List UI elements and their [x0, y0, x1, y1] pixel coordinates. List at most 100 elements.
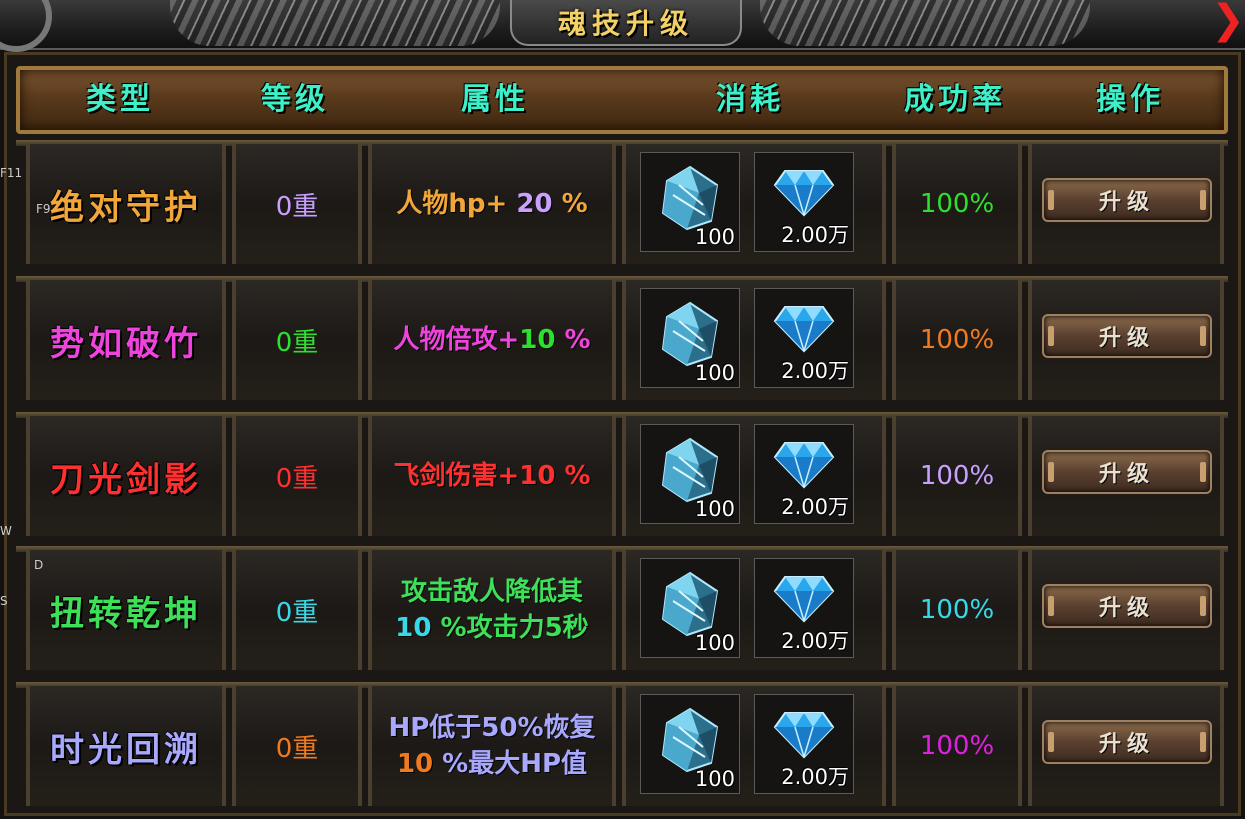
col-header-attribute: 属性 — [461, 82, 529, 117]
skill-row: 绝对守护 0重 人物hp+ 20 % 100 2.00万 100% 升级 — [16, 140, 1228, 270]
skill-level: 0重 — [275, 463, 319, 494]
success-rate: 100% — [919, 595, 995, 625]
diamond-icon — [773, 576, 835, 623]
success-rate: 100% — [919, 325, 995, 355]
cost-cell: 100 2.00万 — [622, 416, 886, 536]
attribute-unit: %攻击力5秒 — [440, 613, 589, 643]
attribute-value: 10 — [519, 461, 556, 491]
level-cell: 0重 — [232, 144, 362, 264]
action-cell: 升级 — [1028, 416, 1224, 536]
level-cell: 0重 — [232, 550, 362, 670]
hotkey-label: D — [34, 558, 44, 572]
skill-name: 刀光剑影 — [50, 459, 202, 500]
crystal-icon — [661, 165, 719, 231]
type-cell: 绝对守护 — [26, 144, 226, 264]
diamond-quantity: 2.00万 — [781, 629, 849, 653]
attribute-label: 人物hp+ — [396, 189, 508, 219]
level-cell: 0重 — [232, 686, 362, 806]
success-rate: 100% — [919, 189, 995, 219]
attribute-line-1: 攻击敌人降低其 — [401, 574, 583, 610]
diamond-icon — [773, 442, 835, 489]
col-header-level: 等级 — [261, 82, 329, 117]
attribute-text: 人物hp+ 20 % — [372, 144, 612, 264]
attribute-unit: % — [555, 461, 591, 491]
col-header-action: 操作 — [1096, 82, 1164, 117]
type-cell: 扭转乾坤 — [26, 550, 226, 670]
upgrade-button[interactable]: 升级 — [1042, 314, 1212, 358]
table-header: 类型 等级 属性 消耗 成功率 操作 — [16, 66, 1228, 134]
skill-name: 势如破竹 — [50, 323, 202, 364]
action-cell: 升级 — [1028, 144, 1224, 264]
crystal-icon — [661, 707, 719, 773]
crystal-item-slot[interactable]: 100 — [640, 288, 740, 388]
dragon-ornament-right — [760, 0, 1090, 46]
level-cell: 0重 — [232, 416, 362, 536]
attribute-line-2: 10 %攻击力5秒 — [395, 610, 588, 646]
corner-ornament — [0, 0, 52, 52]
title-bar: 魂技升级 ❯ — [0, 0, 1245, 52]
crystal-quantity: 100 — [694, 225, 735, 249]
skill-row: 扭转乾坤 0重 攻击敌人降低其 10 %攻击力5秒 100 2.00万 100%… — [16, 546, 1228, 676]
col-header-success-rate: 成功率 — [904, 82, 1006, 117]
diamond-item-slot[interactable]: 2.00万 — [754, 694, 854, 794]
close-icon[interactable]: ❯ — [1211, 0, 1245, 46]
crystal-icon — [661, 437, 719, 503]
skill-level: 0重 — [275, 327, 319, 358]
upgrade-button[interactable]: 升级 — [1042, 450, 1212, 494]
type-cell: 时光回溯 — [26, 686, 226, 806]
attribute-text: 飞剑伤害+10 % — [372, 416, 612, 536]
success-rate: 100% — [919, 731, 995, 761]
crystal-quantity: 100 — [694, 767, 735, 791]
cost-cell: 100 2.00万 — [622, 550, 886, 670]
skill-level: 0重 — [275, 191, 319, 222]
crystal-icon — [661, 301, 719, 367]
hotkey-label: F9 — [36, 202, 51, 216]
upgrade-button[interactable]: 升级 — [1042, 178, 1212, 222]
crystal-item-slot[interactable]: 100 — [640, 558, 740, 658]
skill-name: 扭转乾坤 — [50, 593, 202, 634]
diamond-quantity: 2.00万 — [781, 765, 849, 789]
attribute-cell: HP低于50%恢复 10 %最大HP值 — [368, 686, 616, 806]
diamond-icon — [773, 712, 835, 759]
upgrade-button[interactable]: 升级 — [1042, 720, 1212, 764]
attribute-value: 10 — [396, 749, 443, 779]
cost-cell: 100 2.00万 — [622, 144, 886, 264]
diamond-item-slot[interactable]: 2.00万 — [754, 152, 854, 252]
success-rate-cell: 100% — [892, 686, 1022, 806]
diamond-item-slot[interactable]: 2.00万 — [754, 558, 854, 658]
crystal-quantity: 100 — [694, 497, 735, 521]
attribute-value: 10 — [519, 325, 556, 355]
diamond-quantity: 2.00万 — [781, 223, 849, 247]
crystal-item-slot[interactable]: 100 — [640, 694, 740, 794]
action-cell: 升级 — [1028, 550, 1224, 670]
skill-name: 时光回溯 — [50, 729, 202, 770]
crystal-item-slot[interactable]: 100 — [640, 424, 740, 524]
attribute-unit: % — [555, 325, 591, 355]
attribute-label: 攻击敌人降低其 — [400, 577, 583, 607]
dragon-ornament-left — [170, 0, 500, 46]
success-rate-cell: 100% — [892, 280, 1022, 400]
hotkey-label: S — [0, 594, 8, 608]
attribute-text: 人物倍攻+10 % — [372, 280, 612, 400]
success-rate: 100% — [919, 461, 995, 491]
success-rate-cell: 100% — [892, 144, 1022, 264]
action-cell: 升级 — [1028, 686, 1224, 806]
crystal-icon — [661, 571, 719, 637]
attribute-label: HP低于50%恢复 — [388, 713, 596, 743]
success-rate-cell: 100% — [892, 550, 1022, 670]
hotkey-label: F11 — [0, 166, 23, 180]
attribute-unit: %最大HP值 — [442, 749, 588, 779]
title-plate: 魂技升级 — [510, 0, 742, 46]
attribute-cell: 攻击敌人降低其 10 %攻击力5秒 — [368, 550, 616, 670]
attribute-line-1: 人物倍攻+10 % — [393, 322, 590, 358]
crystal-item-slot[interactable]: 100 — [640, 152, 740, 252]
success-rate-cell: 100% — [892, 416, 1022, 536]
upgrade-button[interactable]: 升级 — [1042, 584, 1212, 628]
diamond-item-slot[interactable]: 2.00万 — [754, 288, 854, 388]
action-cell: 升级 — [1028, 280, 1224, 400]
col-header-type: 类型 — [86, 82, 154, 117]
attribute-text: HP低于50%恢复 10 %最大HP值 — [372, 686, 612, 806]
diamond-item-slot[interactable]: 2.00万 — [754, 424, 854, 524]
skill-level: 0重 — [275, 597, 319, 628]
attribute-label: 人物倍攻+ — [393, 325, 520, 355]
